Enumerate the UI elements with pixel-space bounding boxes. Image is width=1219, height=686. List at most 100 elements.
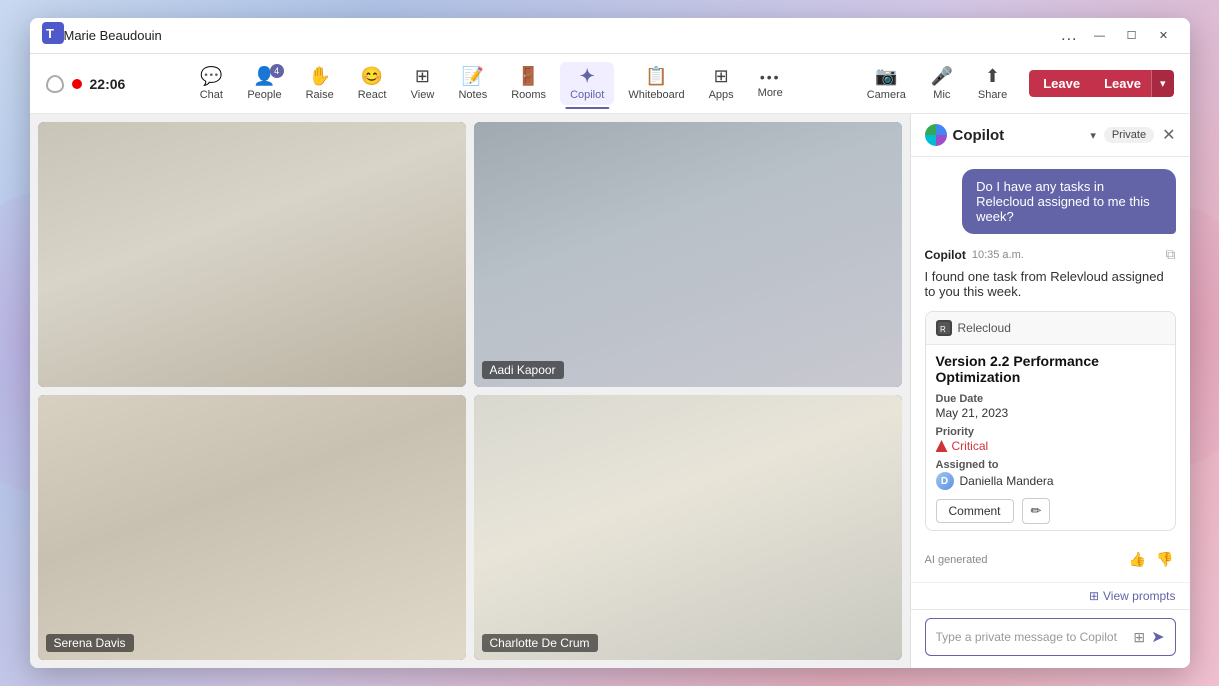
view-button[interactable]: ⊞ View bbox=[400, 62, 444, 105]
more-button[interactable]: ••• More bbox=[748, 65, 793, 103]
thumbs-up-button[interactable]: 👍 bbox=[1127, 549, 1148, 570]
teams-logo-icon: T bbox=[42, 22, 64, 49]
participant-label-4: Charlotte De Crum bbox=[482, 634, 598, 652]
apps-icon: ⊞ bbox=[714, 66, 729, 87]
video-cell-3: Serena Davis bbox=[38, 395, 466, 660]
leave-button-label[interactable]: Leave bbox=[1094, 70, 1151, 97]
copilot-message-block: Copilot 10:35 a.m. ⧉ I found one task fr… bbox=[925, 246, 1176, 299]
task-app-name: Relecloud bbox=[958, 321, 1011, 335]
react-label: React bbox=[358, 89, 387, 101]
task-priority-label: Priority bbox=[936, 426, 1165, 438]
apps-label: Apps bbox=[709, 89, 734, 101]
copilot-logo-icon bbox=[925, 124, 947, 146]
chat-button[interactable]: 💬 Chat bbox=[189, 62, 233, 105]
rooms-icon: 🚪 bbox=[517, 66, 539, 87]
mic-button[interactable]: 🎤 Mic bbox=[920, 62, 964, 105]
recording-indicator bbox=[72, 79, 82, 89]
copilot-input-area: ⊞ ➤ bbox=[911, 609, 1190, 668]
copilot-private-badge: Private bbox=[1104, 127, 1154, 143]
main-content: Aadi Kapoor bbox=[30, 114, 1190, 668]
raise-label: Raise bbox=[306, 89, 334, 101]
priority-critical-icon bbox=[936, 440, 948, 452]
chat-label: Chat bbox=[200, 89, 223, 101]
participant-label-2: Aadi Kapoor bbox=[482, 361, 564, 379]
toolbar-left: 22:06 bbox=[46, 75, 126, 93]
copilot-copy-icon[interactable]: ⧉ bbox=[1166, 246, 1176, 263]
task-comment-button[interactable]: Comment bbox=[936, 499, 1014, 523]
copilot-body: Do I have any tasks in Relecloud assigne… bbox=[911, 157, 1190, 582]
copilot-dropdown-arrow[interactable]: ▾ bbox=[1090, 129, 1096, 142]
copilot-attach-icon[interactable]: ⊞ bbox=[1133, 629, 1145, 646]
title-bar-menu[interactable]: ... bbox=[1061, 27, 1077, 45]
task-app-icon: R bbox=[936, 320, 952, 336]
copilot-send-button[interactable]: ➤ bbox=[1151, 627, 1164, 647]
task-due-date-label: Due Date bbox=[936, 393, 1165, 405]
camera-label: Camera bbox=[867, 89, 906, 101]
video-cell-2: Aadi Kapoor bbox=[474, 122, 902, 387]
view-icon: ⊞ bbox=[415, 66, 430, 87]
close-button[interactable]: ✕ bbox=[1150, 26, 1178, 46]
task-card-header: R Relecloud bbox=[926, 312, 1175, 345]
whiteboard-icon: 📋 bbox=[645, 66, 667, 87]
copilot-close-button[interactable]: ✕ bbox=[1162, 125, 1175, 145]
raise-icon: ✋ bbox=[308, 66, 330, 87]
task-due-date-field: Due Date May 21, 2023 bbox=[936, 393, 1165, 420]
task-due-date-value: May 21, 2023 bbox=[936, 406, 1165, 420]
thumbs-down-button[interactable]: 👎 bbox=[1154, 549, 1175, 570]
task-card: R Relecloud Version 2.2 Performance Opti… bbox=[925, 311, 1176, 531]
copilot-input-box: ⊞ ➤ bbox=[925, 618, 1176, 656]
notes-button[interactable]: 📝 Notes bbox=[448, 62, 497, 105]
camera-button[interactable]: 📷 Camera bbox=[857, 62, 916, 105]
task-priority-field: Priority Critical bbox=[936, 426, 1165, 453]
view-prompts-button[interactable]: View prompts bbox=[1103, 589, 1175, 603]
leave-button-group: Leave Leave Leave ▾ bbox=[1029, 70, 1173, 97]
people-button[interactable]: 👤 4 People bbox=[237, 62, 291, 105]
apps-button[interactable]: ⊞ Apps bbox=[699, 62, 744, 105]
leave-dropdown-button[interactable]: ▾ bbox=[1151, 70, 1174, 97]
share-button[interactable]: ⬆ Share bbox=[968, 62, 1017, 105]
share-label: Share bbox=[978, 89, 1007, 101]
task-assigned-row: D Daniella Mandera bbox=[936, 472, 1165, 490]
copilot-message-input[interactable] bbox=[936, 630, 1128, 644]
priority-critical-text: Critical bbox=[952, 439, 989, 453]
ai-generated-label: AI generated bbox=[925, 554, 1121, 566]
view-prompts-bar: ⊞ View prompts bbox=[911, 582, 1190, 609]
whiteboard-label: Whiteboard bbox=[628, 89, 684, 101]
toolbar-center: 💬 Chat 👤 4 People ✋ Raise 😊 React ⊞ bbox=[125, 62, 856, 105]
copilot-icon: ✦ bbox=[580, 66, 595, 87]
copilot-button[interactable]: ✦ Copilot bbox=[560, 62, 614, 105]
notes-icon: 📝 bbox=[462, 66, 484, 87]
title-bar: T Marie Beaudouin ... — ☐ ✕ bbox=[30, 18, 1190, 54]
chat-icon: 💬 bbox=[200, 66, 222, 87]
react-button[interactable]: 😊 React bbox=[348, 62, 397, 105]
rooms-label: Rooms bbox=[511, 89, 546, 101]
maximize-button[interactable]: ☐ bbox=[1118, 26, 1146, 46]
svg-text:R: R bbox=[940, 325, 946, 334]
people-badge: 4 bbox=[270, 64, 284, 78]
teams-window: T Marie Beaudouin ... — ☐ ✕ 22:06 💬 Chat… bbox=[30, 18, 1190, 668]
copilot-input-actions: ⊞ ➤ bbox=[1133, 627, 1164, 647]
notes-label: Notes bbox=[458, 89, 487, 101]
toolbar-right: 📷 Camera 🎤 Mic ⬆ Share Leave Leave Leave… bbox=[857, 62, 1174, 105]
more-icon: ••• bbox=[760, 69, 781, 85]
copilot-sender-row: Copilot 10:35 a.m. ⧉ bbox=[925, 246, 1176, 263]
copilot-label: Copilot bbox=[570, 89, 604, 101]
video-bg-3 bbox=[38, 395, 466, 660]
view-prompts-icon: ⊞ bbox=[1089, 589, 1099, 603]
raise-button[interactable]: ✋ Raise bbox=[296, 62, 344, 105]
minimize-button[interactable]: — bbox=[1086, 26, 1114, 46]
whiteboard-button[interactable]: 📋 Whiteboard bbox=[618, 62, 694, 105]
shield-icon bbox=[46, 75, 64, 93]
leave-button[interactable]: Leave bbox=[1029, 70, 1094, 97]
video-cell-1 bbox=[38, 122, 466, 387]
rooms-button[interactable]: 🚪 Rooms bbox=[501, 62, 556, 105]
user-message: Do I have any tasks in Relecloud assigne… bbox=[962, 169, 1175, 234]
mic-label: Mic bbox=[933, 89, 950, 101]
more-label: More bbox=[758, 87, 783, 99]
copilot-timestamp: 10:35 a.m. bbox=[972, 249, 1024, 261]
assignee-avatar: D bbox=[936, 472, 954, 490]
copilot-sender-name: Copilot bbox=[925, 248, 966, 262]
share-icon: ⬆ bbox=[985, 66, 1000, 87]
task-edit-button[interactable]: ✏ bbox=[1022, 498, 1051, 524]
people-label: People bbox=[247, 89, 281, 101]
